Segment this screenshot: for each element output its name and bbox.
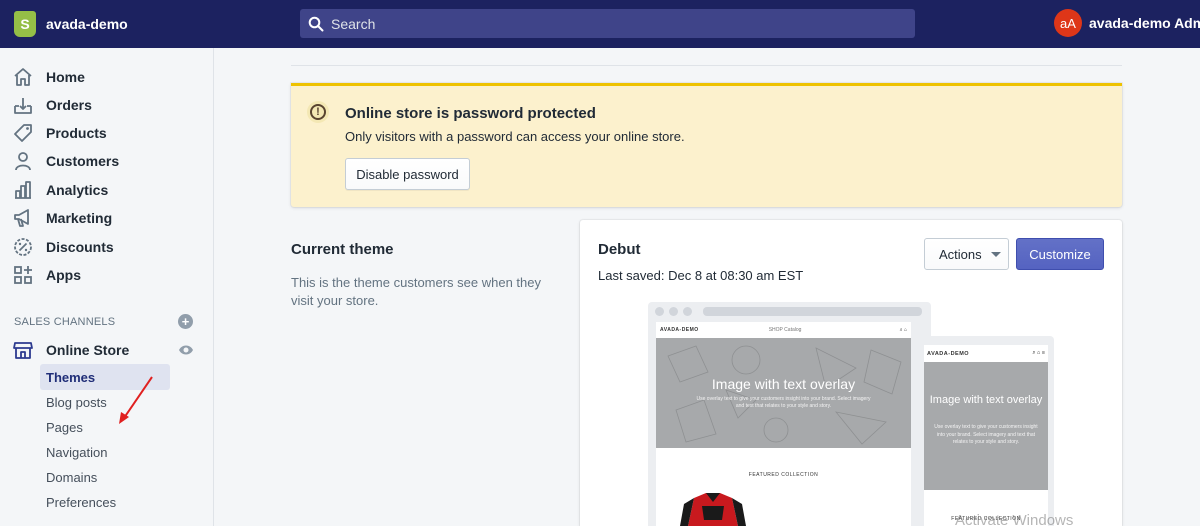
banner-text: Only visitors with a password can access… xyxy=(345,129,685,144)
mobile-preview-header-icons: ⌕ ⌂ ≡ xyxy=(1032,350,1045,356)
preview-header-icons: ⌕ ⌂ xyxy=(899,327,907,333)
theme-last-saved: Last saved: Dec 8 at 08:30 am EST xyxy=(598,268,804,283)
sidebar-item-online-store[interactable]: Online Store xyxy=(12,338,129,362)
store-switcher[interactable]: S avada-demo xyxy=(0,11,214,37)
apps-icon xyxy=(12,264,34,286)
annotation-arrow-icon xyxy=(119,376,153,424)
avatar: aA xyxy=(1054,9,1082,37)
mobile-preview-hero-subtitle: Use overlay text to give your customers … xyxy=(934,424,1038,445)
logo-letter: S xyxy=(20,16,30,32)
disable-password-button[interactable]: Disable password xyxy=(345,158,470,190)
mobile-preview-screen: AVADA-DEMO ⌕ ⌂ ≡ Image with text overlay… xyxy=(924,345,1048,526)
sidebar-item-apps[interactable]: Apps xyxy=(12,263,81,287)
theme-name: Debut xyxy=(598,241,641,258)
home-icon xyxy=(12,66,34,88)
browser-dot xyxy=(669,307,678,316)
search-icon xyxy=(308,16,324,31)
sidebar-item-label: Customers xyxy=(46,153,120,169)
sidebar-item-orders[interactable]: Orders xyxy=(12,93,92,117)
sidebar-item-label: Marketing xyxy=(46,210,113,226)
mobile-theme-preview[interactable]: AVADA-DEMO ⌕ ⌂ ≡ Image with text overlay… xyxy=(918,336,1054,526)
person-icon xyxy=(12,150,34,172)
search-bar[interactable] xyxy=(300,9,915,38)
account-name: avada-demo Admin xyxy=(1089,15,1200,31)
sidebar-item-label: Home xyxy=(46,69,85,85)
sidebar-item-label: Online Store xyxy=(46,342,130,358)
top-bar: S avada-demo aA avada-demo Admin xyxy=(0,0,1200,48)
theme-card: Debut Last saved: Dec 8 at 08:30 am EST … xyxy=(580,220,1122,526)
sidebar-item-discounts[interactable]: Discounts xyxy=(12,235,114,259)
activate-windows-watermark: Activate Windows xyxy=(955,512,1074,526)
preview-hero-image: Image with text overlay Use overlay text… xyxy=(656,338,911,448)
eye-icon[interactable] xyxy=(178,344,194,356)
sidebar-item-home[interactable]: Home xyxy=(12,65,85,89)
megaphone-icon xyxy=(12,207,34,229)
orders-icon xyxy=(12,94,34,116)
add-sales-channel-button[interactable]: + xyxy=(178,314,193,329)
sidebar-subitem-domains[interactable]: Domains xyxy=(40,464,170,490)
sidebar-item-label: Analytics xyxy=(46,182,109,198)
preview-featured-collection: FEATURED COLLECTION xyxy=(748,472,819,478)
mobile-preview-hero-image: Image with text overlay Use overlay text… xyxy=(924,362,1048,490)
browser-dot xyxy=(683,307,692,316)
sidebar-item-products[interactable]: Products xyxy=(12,121,107,145)
sidebar: Home Orders Products Customers Analytics… xyxy=(0,48,214,526)
jacket-product-icon xyxy=(680,493,746,526)
sidebar-item-label: Discounts xyxy=(46,239,114,255)
warning-icon: ! xyxy=(307,101,329,123)
tag-icon xyxy=(12,122,34,144)
preview-logo: AVADA-DEMO xyxy=(660,327,699,333)
bar-chart-icon xyxy=(12,179,34,201)
sidebar-item-label: Apps xyxy=(46,267,81,283)
sidebar-subitem-navigation[interactable]: Navigation xyxy=(40,439,170,465)
preview-nav-links: SHOP Catalog xyxy=(768,327,802,333)
customize-button[interactable]: Customize xyxy=(1016,238,1104,270)
mobile-preview-logo: AVADA-DEMO xyxy=(927,350,970,357)
banner-title: Online store is password protected xyxy=(345,105,596,122)
sidebar-item-label: Orders xyxy=(46,97,92,113)
browser-url-bar xyxy=(703,307,922,316)
shopify-logo-icon: S xyxy=(14,11,36,37)
hero-pattern-icon xyxy=(667,345,902,445)
sidebar-subitem-preferences[interactable]: Preferences xyxy=(40,489,170,515)
password-protected-banner: ! Online store is password protected Onl… xyxy=(291,83,1122,207)
search-input[interactable] xyxy=(331,15,891,32)
browser-dots xyxy=(655,307,697,316)
actions-dropdown-button[interactable]: Actions xyxy=(924,238,1009,270)
mobile-preview-hero-title: Image with text overlay xyxy=(929,394,1043,406)
desktop-theme-preview[interactable]: AVADA-DEMO SHOP Catalog ⌕ ⌂ Image with t… xyxy=(648,302,931,526)
store-name: avada-demo xyxy=(46,16,128,32)
preview-hero-title: Image with text overlay xyxy=(711,376,856,392)
desktop-preview-screen: AVADA-DEMO SHOP Catalog ⌕ ⌂ Image with t… xyxy=(656,322,911,526)
discount-icon xyxy=(12,236,34,258)
preview-header: AVADA-DEMO SHOP Catalog ⌕ ⌂ xyxy=(656,322,911,338)
mobile-preview-header: AVADA-DEMO ⌕ ⌂ ≡ xyxy=(924,345,1048,362)
section-divider xyxy=(291,65,1122,66)
preview-hero-subtitle: Use overlay text to give your customers … xyxy=(696,396,871,409)
sales-channels-title: SALES CHANNELS xyxy=(14,316,116,328)
sidebar-item-label: Products xyxy=(46,125,107,141)
current-theme-description: This is the theme customers see when the… xyxy=(291,275,542,308)
account-menu[interactable]: aA avada-demo Admin xyxy=(1054,9,1200,37)
actions-label: Actions xyxy=(939,246,982,262)
plus-icon: + xyxy=(181,314,190,329)
current-theme-heading: Current theme xyxy=(291,241,394,258)
sidebar-item-analytics[interactable]: Analytics xyxy=(12,178,108,202)
sidebar-item-marketing[interactable]: Marketing xyxy=(12,206,112,230)
chevron-down-icon xyxy=(990,251,1001,257)
warning-icon-symbol: ! xyxy=(310,104,326,120)
browser-dot xyxy=(655,307,664,316)
store-icon xyxy=(12,339,34,361)
sidebar-item-customers[interactable]: Customers xyxy=(12,149,119,173)
